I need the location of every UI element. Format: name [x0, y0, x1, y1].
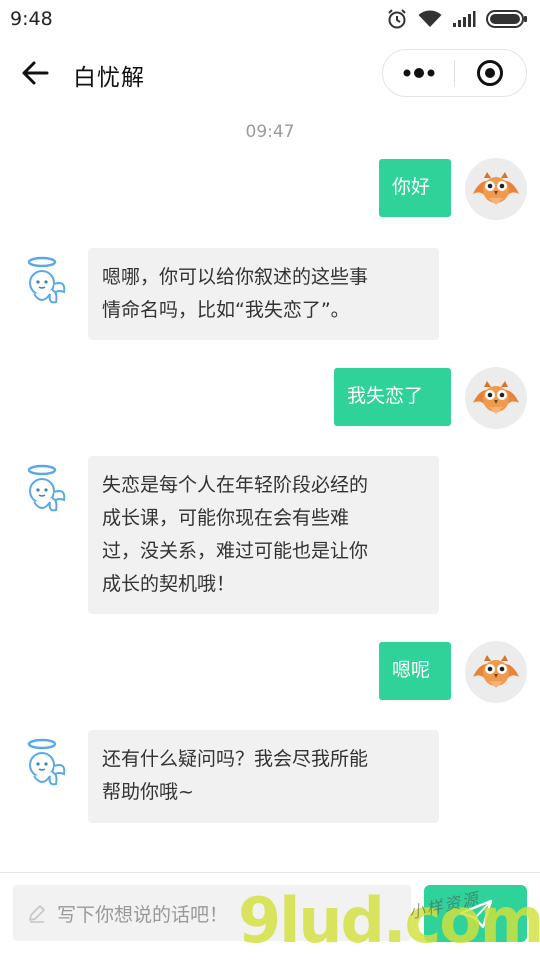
more-button[interactable]	[383, 50, 454, 96]
user-message-bubble: 我失恋了	[334, 368, 451, 426]
close-mini-program-button[interactable]	[455, 50, 526, 96]
message-line: 嗯哪，你可以给你叙述的这些事	[102, 266, 369, 288]
bot-message-bubble: 失恋是每个人在年轻阶段必经的 成长课，可能你现在会有些难 过，没关系，难过可能也…	[88, 456, 439, 614]
owl-avatar-icon	[473, 172, 519, 205]
message-line: 情命名吗，比如“我失恋了”。	[102, 299, 350, 321]
owl-avatar-icon	[473, 655, 519, 688]
message-line: 失恋是每个人在年轻阶段必经的	[102, 474, 369, 496]
message-line: 成长的契机哦！	[102, 573, 236, 595]
more-dots-icon	[403, 68, 434, 78]
target-close-icon	[477, 60, 504, 86]
angel-avatar-icon	[27, 464, 66, 512]
app-header: 白忧解	[0, 38, 540, 108]
back-button[interactable]	[18, 57, 52, 89]
user-avatar	[465, 158, 527, 220]
status-icons	[386, 8, 528, 30]
back-arrow-icon	[22, 61, 49, 85]
signal-icon	[453, 11, 476, 27]
wifi-icon	[418, 10, 442, 27]
status-time: 9:48	[10, 8, 53, 30]
status-bar: 9:48	[0, 0, 540, 38]
message-line: 还有什么疑问吗？我会尽我所能	[102, 748, 369, 770]
owl-avatar-icon	[473, 381, 519, 414]
message-line: 帮助你哦~	[102, 781, 194, 803]
bot-message-bubble: 嗯哪，你可以给你叙述的这些事 情命名吗，比如“我失恋了”。	[88, 248, 439, 340]
user-avatar	[465, 641, 527, 703]
bot-avatar	[22, 254, 70, 314]
bot-avatar	[22, 462, 70, 522]
user-message-bubble: 嗯呢	[379, 642, 451, 700]
angel-avatar-icon	[27, 256, 66, 304]
mini-program-capsule	[382, 49, 527, 97]
bot-avatar	[22, 736, 70, 796]
message-input-bar: 写下你想说的话吧！	[0, 872, 540, 960]
send-button[interactable]	[424, 885, 527, 942]
message-input[interactable]: 写下你想说的话吧！	[13, 885, 411, 941]
chat-timestamp: 09:47	[245, 122, 295, 142]
alarm-icon	[388, 9, 406, 29]
page-title: 白忧解	[73, 65, 145, 91]
user-message-bubble: 你好	[379, 159, 451, 217]
message-line: 成长课，可能你现在会有些难	[102, 507, 350, 529]
battery-icon	[486, 10, 527, 28]
angel-avatar-icon	[27, 738, 66, 786]
bot-message-bubble: 还有什么疑问吗？我会尽我所能 帮助你哦~	[88, 730, 439, 823]
paper-plane-icon	[459, 899, 492, 928]
user-avatar	[465, 367, 527, 429]
input-placeholder: 写下你想说的话吧！	[57, 903, 229, 926]
pencil-icon	[29, 905, 45, 923]
message-line: 过，没关系，难过可能也是让你	[102, 540, 369, 562]
